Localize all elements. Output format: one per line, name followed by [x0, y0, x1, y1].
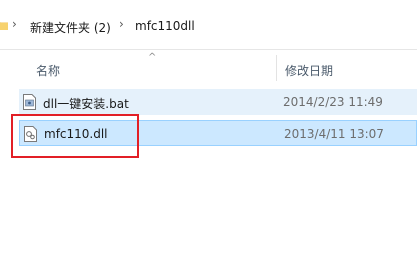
dll-file-icon	[24, 126, 37, 142]
column-header-name[interactable]: 名称	[36, 62, 60, 79]
file-name: dll一键安装.bat	[43, 97, 129, 111]
column-header-modified[interactable]: 修改日期	[285, 62, 333, 79]
breadcrumb-separator-icon: ›	[12, 17, 17, 31]
folder-icon	[0, 22, 8, 30]
file-row[interactable]: dll一键安装.bat 2014/2/23 11:49	[19, 89, 417, 115]
breadcrumb-separator-icon: ›	[119, 17, 124, 31]
sort-ascending-icon: ^	[148, 52, 157, 63]
file-row-selected[interactable]: mfc110.dll 2013/4/11 13:07	[19, 120, 417, 146]
breadcrumb-item-current[interactable]: mfc110dll	[135, 19, 195, 33]
file-modified-date: 2013/4/11 13:07	[284, 127, 384, 141]
column-separator[interactable]	[276, 55, 277, 81]
address-divider	[0, 49, 417, 50]
batch-file-icon	[23, 94, 36, 110]
breadcrumb-item-parent[interactable]: 新建文件夹 (2)	[30, 19, 111, 36]
file-name: mfc110.dll	[44, 127, 108, 141]
address-bar[interactable]: › 新建文件夹 (2) › mfc110dll	[0, 0, 417, 50]
file-modified-date: 2014/2/23 11:49	[283, 95, 383, 109]
